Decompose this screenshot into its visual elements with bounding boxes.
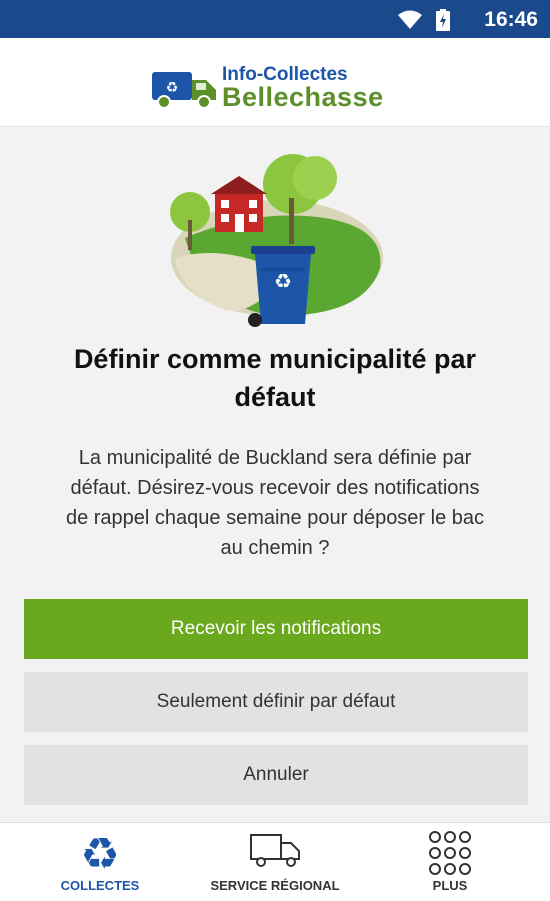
battery-icon: [436, 9, 450, 31]
app-header: ♻ Info-Collectes Bellechasse: [0, 38, 550, 127]
truck-logo-icon: ♻: [152, 72, 216, 109]
logo-line2: Bellechasse: [222, 82, 384, 112]
nav-label-collectes: COLLECTES: [60, 878, 140, 893]
nav-item-service-regional[interactable]: SERVICE RÉGIONAL: [190, 823, 360, 901]
svg-text:♻: ♻: [166, 80, 179, 96]
grid-dots-icon: [429, 831, 471, 875]
app-logo: ♻ Info-Collectes Bellechasse: [150, 62, 410, 114]
wifi-icon: [398, 10, 422, 29]
nav-item-plus[interactable]: PLUS: [400, 823, 500, 901]
set-default-only-button[interactable]: Seulement définir par défaut: [24, 672, 528, 732]
status-time: 16:46: [484, 8, 538, 31]
status-bar: 16:46: [0, 0, 550, 38]
dialog-title: Définir comme municipalité par défaut: [73, 344, 477, 412]
svg-text:♻: ♻: [80, 829, 119, 875]
cancel-button[interactable]: Annuler: [24, 745, 528, 805]
dialog-message: La municipalité de Buckland sera définie…: [65, 447, 485, 559]
svg-text:♻: ♻: [274, 269, 292, 293]
nav-label-plus: PLUS: [432, 878, 468, 893]
receive-notifications-button[interactable]: Recevoir les notifications: [24, 599, 528, 659]
nav-label-service-regional: SERVICE RÉGIONAL: [210, 878, 340, 893]
truck-icon: [250, 834, 300, 867]
nav-item-collectes[interactable]: ♻ COLLECTES: [40, 823, 160, 901]
collection-illustration: ♻: [170, 154, 383, 327]
recycle-icon: ♻: [80, 829, 119, 875]
bottom-nav: ♻ COLLECTES SERVICE RÉGIONAL PLUS: [0, 822, 550, 901]
